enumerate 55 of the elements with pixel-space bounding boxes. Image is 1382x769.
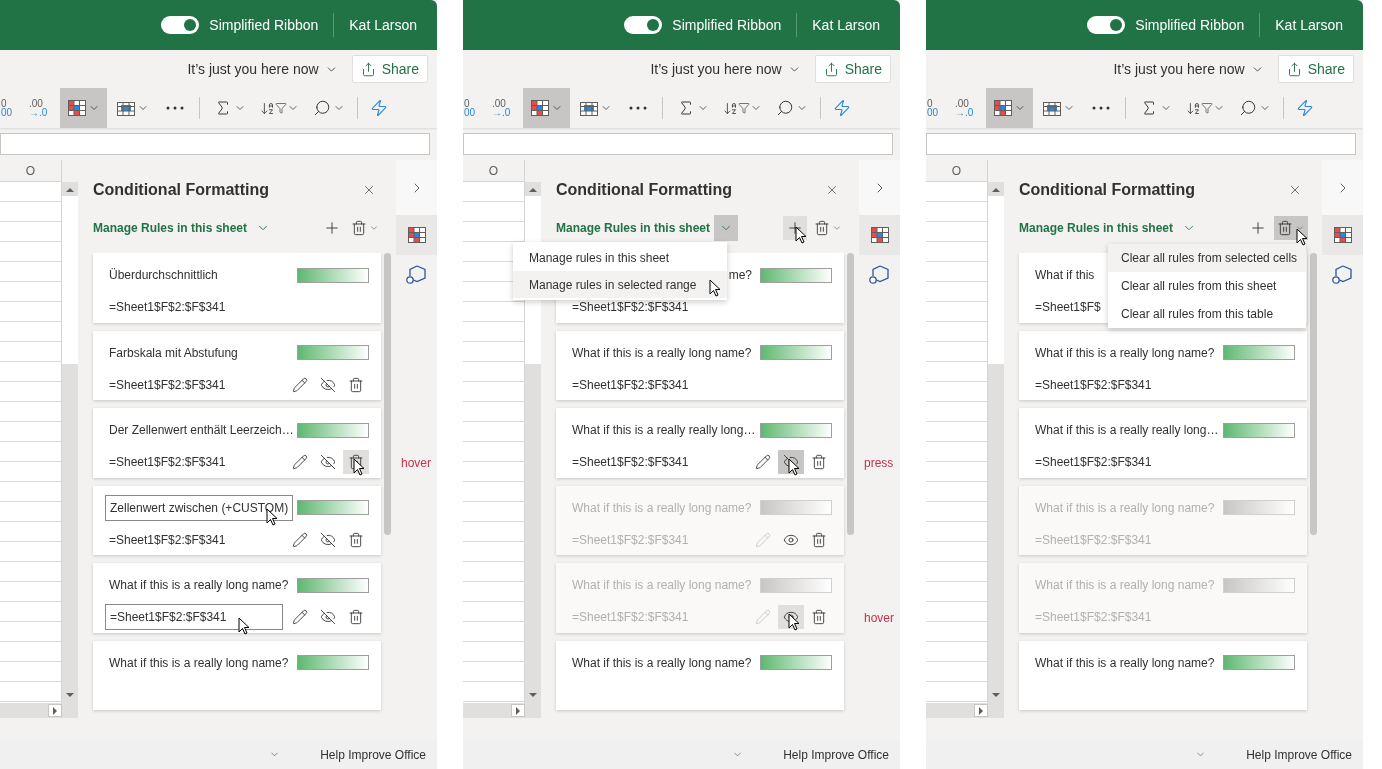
rule-range: =Sheet1$F$2:$F$341 — [571, 454, 690, 471]
rule-name: What if this is a really long name? — [109, 577, 289, 594]
rule-name: What if this is a really long name? — [109, 654, 289, 672]
decimal-top-label: 0 — [927, 99, 933, 108]
decimal-top-label: .00 — [955, 99, 969, 108]
rule-range: =Sheet1$F$2:$F$341 — [1034, 376, 1153, 394]
pane-title: Conditional Formatting — [93, 180, 270, 200]
decimal-top-label: .00 — [29, 99, 43, 108]
rule-name: What if this is a really long name? — [572, 577, 752, 594]
rule-range: =Sheet1$F$2:$F$341 — [1034, 454, 1153, 471]
rule-name: me? — [728, 267, 752, 284]
rule-range: =Sheet1$F$2:$F$341 — [108, 376, 227, 394]
rule-range: =Sheet1$F$2:$F$341 — [108, 454, 227, 471]
rule-range: =Sheet1$F$ — [1034, 299, 1102, 316]
decimal-bottom-label: 00 — [927, 108, 939, 117]
rule-range: =Sheet1$F$2:$F$341 — [108, 299, 227, 316]
rule-name: What if this is a really long name? — [1035, 499, 1215, 517]
rule-range: =Sheet1$F$2:$F$341 — [571, 376, 690, 394]
rule-range: =Sheet1$F$2:$F$341 — [1034, 531, 1153, 549]
rule-name: What if this — [1035, 267, 1095, 284]
toggle-label: Simplified Ribbon — [209, 15, 319, 35]
rule-name: What if this is a really long name? — [572, 499, 752, 517]
rule-range: =Sheet1$F$2:$F$341 — [571, 609, 690, 626]
state-annotation: press — [864, 455, 894, 472]
decimal-top-label: 0 — [1, 99, 7, 108]
rule-name: What if this is a really long name? — [572, 344, 752, 362]
rule-name: What if this is a really long name? — [1035, 654, 1215, 672]
decimal-bottom-label: →.0 — [492, 108, 511, 117]
toggle-label: Simplified Ribbon — [672, 15, 782, 35]
rule-name: What if this is a really really long… — [572, 422, 756, 439]
state-annotation: hover — [401, 455, 432, 472]
scope-label: Manage Rules in this sheet — [1019, 220, 1174, 237]
decimal-bottom-label: 00 — [1, 108, 13, 117]
pane-title: Conditional Formatting — [556, 180, 733, 200]
decimal-bottom-label: →.0 — [29, 108, 48, 117]
rule-name: What if this is a really really long… — [1035, 422, 1219, 439]
decimal-bottom-label: 00 — [464, 108, 476, 117]
decimal-bottom-label: →.0 — [955, 108, 974, 117]
rule-name: Farbskala mit Abstufung — [109, 344, 238, 362]
rule-range: =Sheet1$F$2:$F$341 — [108, 531, 227, 549]
decimal-top-label: 0 — [464, 99, 470, 108]
rule-name: What if this is a really long name? — [1035, 577, 1215, 594]
scope-label: Manage Rules in this sheet — [556, 220, 711, 237]
scope-label: Manage Rules in this sheet — [93, 220, 248, 237]
state-annotation: hover — [864, 610, 895, 627]
rule-range: =Sheet1$F$2:$F$341 — [571, 299, 690, 316]
rule-name: What if this is a really long name? — [1035, 344, 1215, 362]
rule-name: Überdurchschnittlich — [109, 267, 218, 284]
toggle-label: Simplified Ribbon — [1135, 15, 1245, 35]
pane-title: Conditional Formatting — [1019, 180, 1196, 200]
rule-name: What if this is a really long name? — [572, 654, 752, 672]
rule-name: Der Zellenwert enthält Leerzeich… — [109, 422, 294, 439]
rule-range: =Sheet1$F$2:$F$341 — [1034, 609, 1153, 626]
rule-range: =Sheet1$F$2:$F$341 — [571, 531, 690, 549]
decimal-top-label: .00 — [492, 99, 506, 108]
